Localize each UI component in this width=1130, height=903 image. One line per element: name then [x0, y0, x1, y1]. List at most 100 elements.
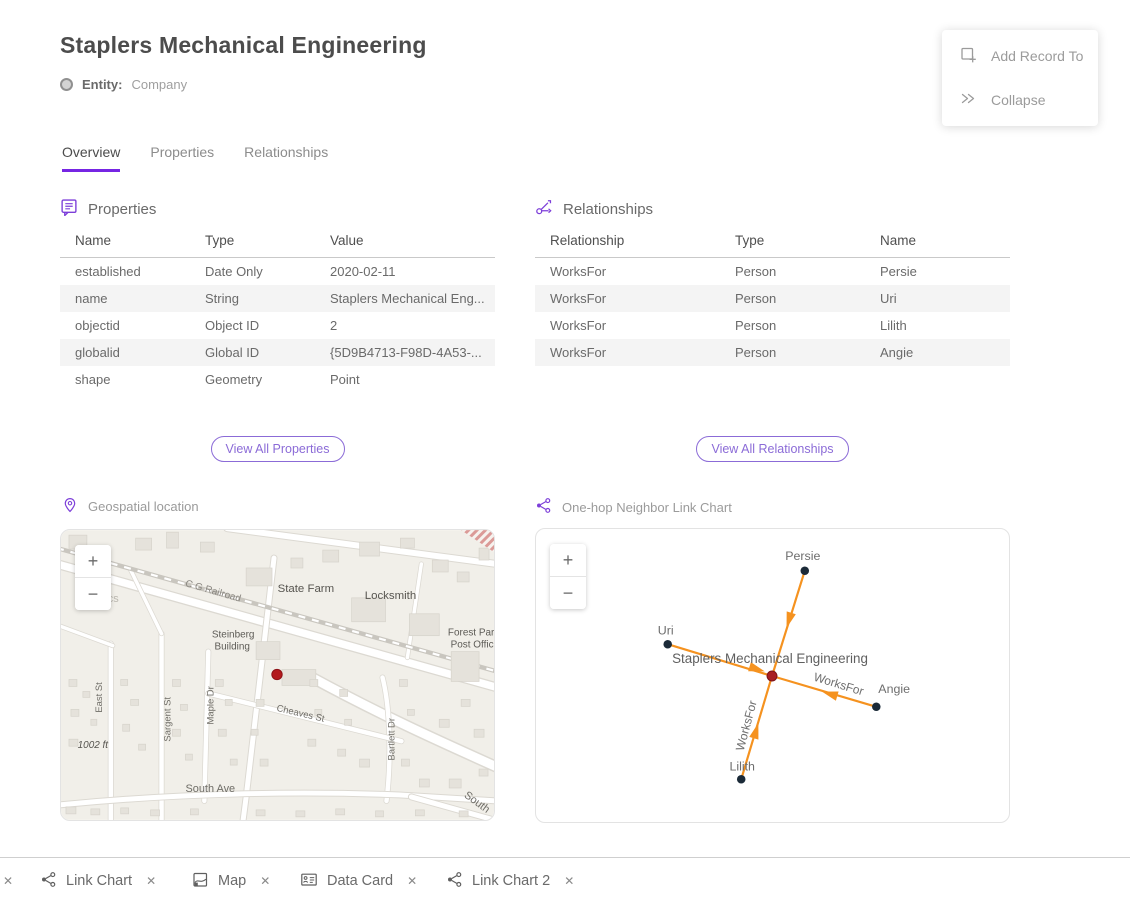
graph-node[interactable] [872, 703, 881, 712]
record-link[interactable]: Lilith [865, 312, 1010, 339]
bottom-tab-data-card[interactable]: Data Card ✕ [300, 858, 417, 903]
node-label: Uri [658, 623, 674, 637]
map-location-marker[interactable] [272, 669, 282, 679]
map-zoom-control: + − [75, 545, 111, 610]
table-cell: Person [720, 285, 865, 312]
bottom-tab-link-chart[interactable]: Link Chart ✕ [40, 858, 156, 903]
view-all-relationships-button[interactable]: View All Relationships [696, 436, 848, 462]
record-link[interactable]: Uri [865, 285, 1010, 312]
close-icon[interactable]: ✕ [260, 874, 270, 888]
table-cell: Global ID [190, 339, 315, 366]
record-link[interactable]: Angie [865, 339, 1010, 366]
link-chart-icon [446, 871, 463, 892]
edge-label: WorksFor [812, 670, 865, 698]
map-label: Maple Dr [205, 686, 216, 724]
table-cell: name [60, 285, 190, 312]
bottom-tab-label: Map [218, 873, 246, 889]
map-label: Sargent St [162, 697, 173, 742]
bottom-tab-bar: ✕ Link Chart ✕ Map ✕ Data Card ✕ [0, 857, 1130, 903]
geospatial-section-title: Geospatial location [88, 499, 199, 514]
table-cell: shape [60, 366, 190, 393]
column-header: Relationship [535, 230, 720, 258]
record-link[interactable]: WorksFor [535, 285, 720, 312]
link-chart-icon [535, 497, 552, 517]
table-cell: Person [720, 339, 865, 366]
table-row: WorksForPersonLilith [535, 312, 1010, 339]
table-cell: 2 [315, 312, 495, 339]
table-row: WorksForPersonPersie [535, 258, 1010, 286]
graph-node[interactable] [663, 640, 672, 649]
data-card-icon [300, 871, 318, 892]
one-hop-link-chart[interactable]: + − WorksForWorksForPersieUriAngieLilith… [535, 528, 1010, 823]
close-icon[interactable]: ✕ [407, 874, 417, 888]
map-label: Steinberg [212, 630, 255, 641]
properties-icon [60, 198, 78, 220]
bottom-tab-label: Data Card [327, 873, 393, 889]
geospatial-section-header: Geospatial location [62, 497, 199, 516]
record-link[interactable]: WorksFor [535, 339, 720, 366]
location-pin-icon [62, 497, 78, 516]
table-cell: 2020-02-11 [315, 258, 495, 286]
relationships-button-row: View All Relationships [535, 436, 1010, 462]
partial-tab-close-icon[interactable]: ✕ [3, 874, 13, 888]
node-label: Persie [785, 549, 820, 563]
relationships-icon [535, 198, 553, 220]
basemap: rbouropaedicsC G RailroadState FarmLocks… [61, 530, 494, 820]
properties-table: NameTypeValue establishedDate Only2020-0… [60, 230, 495, 393]
table-cell: Person [720, 312, 865, 339]
table-cell: established [60, 258, 190, 286]
map-label: Building [215, 642, 250, 653]
column-header: Type [190, 230, 315, 258]
bottom-tab-label: Link Chart [66, 873, 132, 889]
table-cell: Date Only [190, 258, 315, 286]
bottom-tab-map[interactable]: Map ✕ [192, 858, 270, 903]
relationships-section-header: Relationships [535, 198, 653, 220]
map-zoom-out-button[interactable]: − [75, 578, 111, 610]
center-graph-node[interactable] [767, 671, 777, 681]
graph-node[interactable] [737, 775, 746, 784]
link-chart-section-title: One-hop Neighbor Link Chart [562, 500, 732, 515]
edge-label: WorksFor [733, 699, 760, 752]
table-row: shapeGeometryPoint [60, 366, 495, 393]
table-row: objectidObject ID2 [60, 312, 495, 339]
close-icon[interactable]: ✕ [146, 874, 156, 888]
record-link[interactable]: Persie [865, 258, 1010, 286]
bottom-tab-link-chart-2[interactable]: Link Chart 2 ✕ [446, 858, 574, 903]
edge-arrow-icon [782, 611, 796, 629]
chart-zoom-in-button[interactable]: + [550, 544, 586, 576]
map-label: Forest Par [448, 628, 494, 639]
map-label: Post Offic [451, 640, 494, 651]
close-icon[interactable]: ✕ [564, 874, 574, 888]
column-header: Value [315, 230, 495, 258]
table-cell: String [190, 285, 315, 312]
table-row: globalidGlobal ID{5D9B4713-F98D-4A53-... [60, 339, 495, 366]
map-label: East St [94, 682, 105, 713]
geospatial-map[interactable]: + − [60, 529, 495, 821]
properties-section-title: Properties [88, 201, 156, 218]
link-chart-section-header: One-hop Neighbor Link Chart [535, 497, 732, 517]
properties-section-header: Properties [60, 198, 156, 220]
map-label: South Ave [185, 783, 235, 795]
chart-zoom-out-button[interactable]: − [550, 577, 586, 609]
relationships-section-title: Relationships [563, 201, 653, 218]
table-row: establishedDate Only2020-02-11 [60, 258, 495, 286]
map-label: Bartlett Dr [386, 718, 397, 760]
map-label: State Farm [278, 583, 335, 595]
table-row: WorksForPersonUri [535, 285, 1010, 312]
chart-zoom-control: + − [550, 544, 586, 609]
table-cell: {5D9B4713-F98D-4A53-... [315, 339, 495, 366]
record-link[interactable]: WorksFor [535, 312, 720, 339]
map-label: 1002 ft [78, 740, 110, 751]
record-link[interactable]: WorksFor [535, 258, 720, 286]
center-node-label: Staplers Mechanical Engineering [672, 651, 868, 666]
table-row: WorksForPersonAngie [535, 339, 1010, 366]
table-cell: Point [315, 366, 495, 393]
view-all-properties-button[interactable]: View All Properties [211, 436, 345, 462]
graph-node[interactable] [801, 566, 810, 575]
table-cell: Staplers Mechanical Eng... [315, 285, 495, 312]
column-header: Name [865, 230, 1010, 258]
node-label: Angie [878, 682, 910, 696]
map-zoom-in-button[interactable]: + [75, 545, 111, 577]
properties-button-row: View All Properties [60, 436, 495, 462]
column-header: Type [720, 230, 865, 258]
